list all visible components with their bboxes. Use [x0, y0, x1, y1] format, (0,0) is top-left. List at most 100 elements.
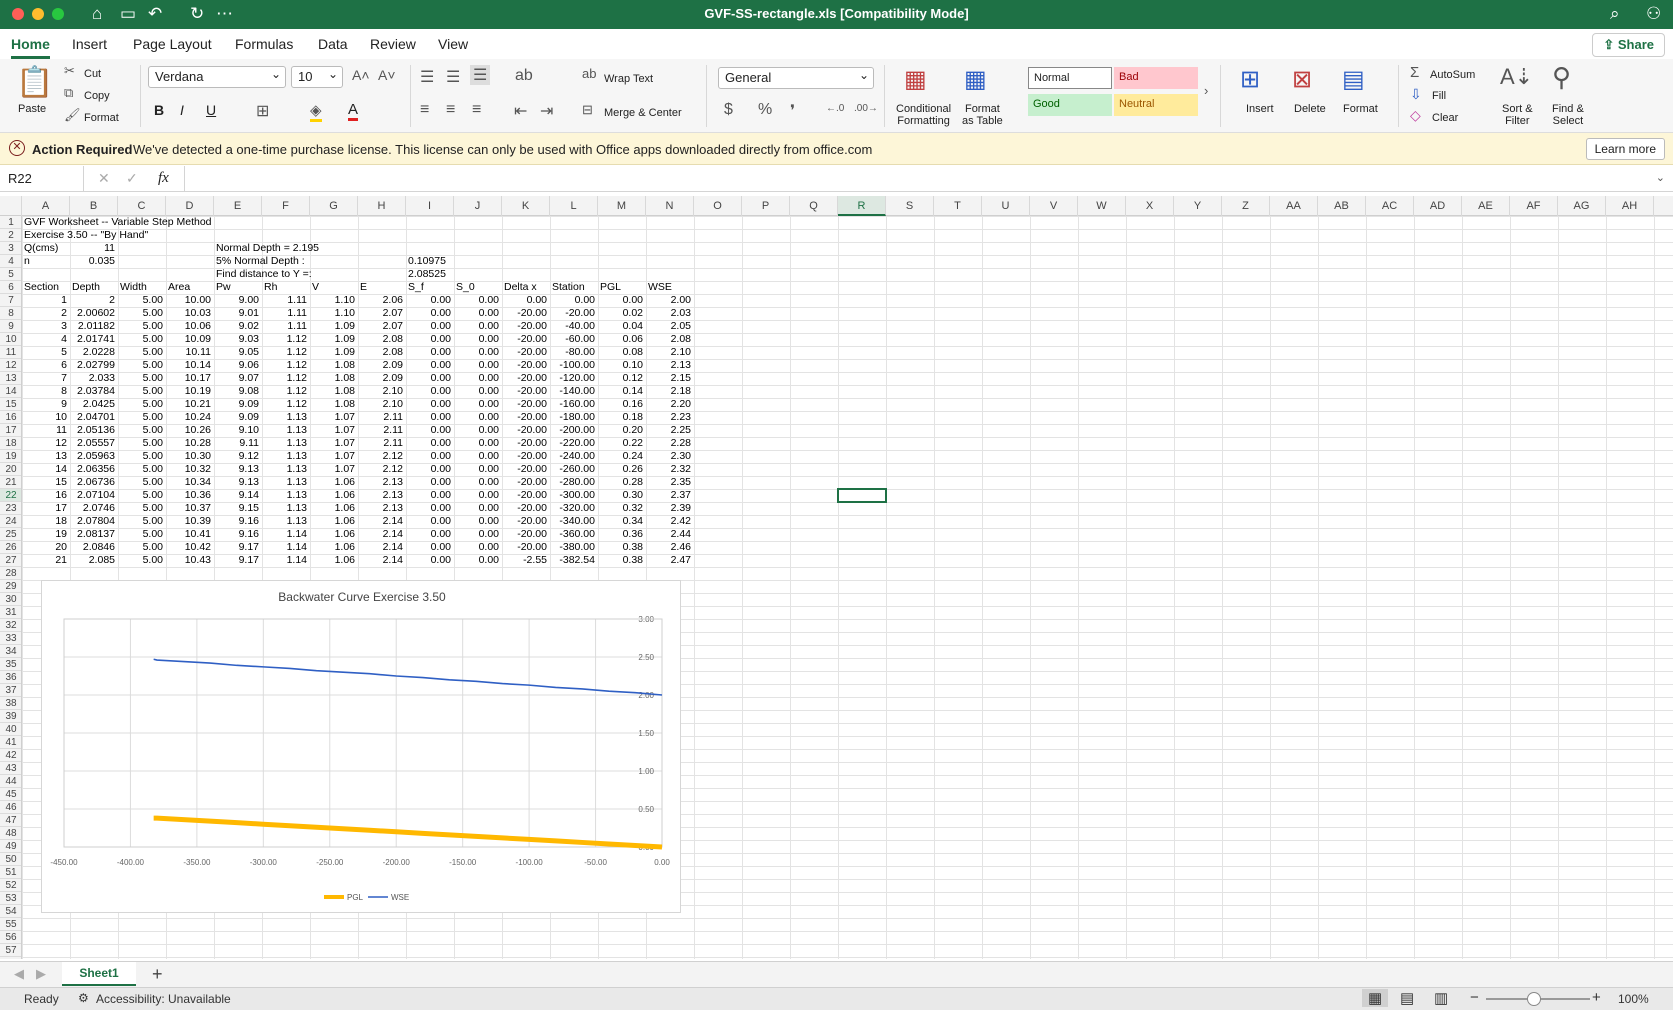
cell-l26[interactable]: -380.00 [550, 541, 595, 554]
column-header-v[interactable]: V [1030, 196, 1078, 216]
cell-n18[interactable]: 2.28 [646, 437, 691, 450]
cell-i26[interactable]: 0.00 [406, 541, 451, 554]
cell-j9[interactable]: 0.00 [454, 320, 499, 333]
row-header-35[interactable]: 35 [0, 658, 21, 671]
cell-a17[interactable]: 11 [22, 424, 67, 437]
cell-h8[interactable]: 2.07 [358, 307, 403, 320]
row-header-42[interactable]: 42 [0, 749, 21, 762]
increase-decimal-icon[interactable]: ←.0 [826, 103, 844, 114]
italic-icon[interactable]: I [180, 102, 184, 118]
comma-style-icon[interactable]: ❜ [790, 101, 795, 121]
cell-a25[interactable]: 19 [22, 528, 67, 541]
cell-k24[interactable]: -20.00 [502, 515, 547, 528]
cell-j21[interactable]: 0.00 [454, 476, 499, 489]
style-normal[interactable]: Normal [1028, 67, 1112, 89]
cell-d27[interactable]: 10.43 [166, 554, 211, 567]
cell-k15[interactable]: -20.00 [502, 398, 547, 411]
cell-n9[interactable]: 2.05 [646, 320, 691, 333]
cell-j25[interactable]: 0.00 [454, 528, 499, 541]
copy-button[interactable]: Copy [84, 90, 110, 102]
cell-l23[interactable]: -320.00 [550, 502, 595, 515]
cell-g9[interactable]: 1.09 [310, 320, 355, 333]
cell-j23[interactable]: 0.00 [454, 502, 499, 515]
cell-h6[interactable]: E [360, 281, 367, 294]
cell-b26[interactable]: 2.0846 [70, 541, 115, 554]
cell-g19[interactable]: 1.07 [310, 450, 355, 463]
cell-k9[interactable]: -20.00 [502, 320, 547, 333]
cell-c23[interactable]: 5.00 [118, 502, 163, 515]
cell-f17[interactable]: 1.13 [262, 424, 307, 437]
column-header-m[interactable]: M [598, 196, 646, 216]
font-name-select[interactable]: Verdana [148, 66, 286, 88]
name-box[interactable]: R22 [0, 166, 84, 192]
cell-h23[interactable]: 2.13 [358, 502, 403, 515]
cell-n6[interactable]: WSE [648, 281, 672, 294]
row-header-19[interactable]: 19 [0, 450, 21, 463]
align-top-icon[interactable]: ☰ [420, 67, 434, 87]
cell-b13[interactable]: 2.033 [70, 372, 115, 385]
cell-h25[interactable]: 2.14 [358, 528, 403, 541]
cell-c19[interactable]: 5.00 [118, 450, 163, 463]
tab-home[interactable]: Home [11, 36, 50, 59]
align-bottom-icon[interactable]: ☰ [470, 65, 491, 85]
row-header-29[interactable]: 29 [0, 580, 21, 593]
align-center-icon[interactable]: ≡ [446, 101, 455, 119]
row-header-18[interactable]: 18 [0, 437, 21, 450]
cell-i5[interactable]: 2.08525 [408, 268, 446, 281]
cell-g12[interactable]: 1.08 [310, 359, 355, 372]
cell-h7[interactable]: 2.06 [358, 294, 403, 307]
cell-f11[interactable]: 1.12 [262, 346, 307, 359]
clear-button[interactable]: Clear [1432, 112, 1458, 124]
row-header-41[interactable]: 41 [0, 736, 21, 749]
cell-h18[interactable]: 2.11 [358, 437, 403, 450]
row-header-17[interactable]: 17 [0, 424, 21, 437]
cell-i13[interactable]: 0.00 [406, 372, 451, 385]
cell-g24[interactable]: 1.06 [310, 515, 355, 528]
cell-i15[interactable]: 0.00 [406, 398, 451, 411]
cell-b10[interactable]: 2.01741 [70, 333, 115, 346]
cell-h14[interactable]: 2.10 [358, 385, 403, 398]
cell-g6[interactable]: V [312, 281, 319, 294]
cell-c24[interactable]: 5.00 [118, 515, 163, 528]
cell-n8[interactable]: 2.03 [646, 307, 691, 320]
fill-color-icon[interactable]: ◈ [310, 101, 322, 122]
cell-k21[interactable]: -20.00 [502, 476, 547, 489]
cell-g18[interactable]: 1.07 [310, 437, 355, 450]
cell-b14[interactable]: 2.03784 [70, 385, 115, 398]
row-header-21[interactable]: 21 [0, 476, 21, 489]
cell-h17[interactable]: 2.11 [358, 424, 403, 437]
merge-center-button[interactable]: Merge & Center [604, 107, 682, 119]
cell-k10[interactable]: -20.00 [502, 333, 547, 346]
column-header-b[interactable]: B [70, 196, 118, 216]
row-header-43[interactable]: 43 [0, 762, 21, 775]
cell-h13[interactable]: 2.09 [358, 372, 403, 385]
increase-indent-icon[interactable]: ⇥ [540, 101, 553, 121]
cell-d12[interactable]: 10.14 [166, 359, 211, 372]
cell-j19[interactable]: 0.00 [454, 450, 499, 463]
row-header-15[interactable]: 15 [0, 398, 21, 411]
cell-l6[interactable]: Station [552, 281, 585, 294]
cell-n26[interactable]: 2.46 [646, 541, 691, 554]
cell-h22[interactable]: 2.13 [358, 489, 403, 502]
cell-j15[interactable]: 0.00 [454, 398, 499, 411]
page-break-view-icon[interactable]: ▥ [1434, 989, 1448, 1007]
cell-j13[interactable]: 0.00 [454, 372, 499, 385]
row-header-6[interactable]: 6 [0, 281, 21, 294]
cell-c18[interactable]: 5.00 [118, 437, 163, 450]
orientation-icon[interactable]: ab [515, 67, 533, 85]
cell-b25[interactable]: 2.08137 [70, 528, 115, 541]
cell-f14[interactable]: 1.12 [262, 385, 307, 398]
conditional-formatting-button[interactable]: Conditional Formatting [896, 103, 951, 127]
row-header-48[interactable]: 48 [0, 827, 21, 840]
tab-data[interactable]: Data [318, 36, 348, 52]
align-middle-icon[interactable]: ☰ [446, 67, 460, 87]
cell-k26[interactable]: -20.00 [502, 541, 547, 554]
cell-e5[interactable]: Find distance to Y =: [216, 268, 312, 281]
cell-e3[interactable]: Normal Depth = 2.195 [216, 242, 319, 255]
underline-icon[interactable]: U [206, 102, 216, 118]
cell-m10[interactable]: 0.06 [598, 333, 643, 346]
cell-n13[interactable]: 2.15 [646, 372, 691, 385]
font-color-icon[interactable]: A [348, 101, 359, 121]
column-header-a[interactable]: A [22, 196, 70, 216]
cell-l17[interactable]: -200.00 [550, 424, 595, 437]
